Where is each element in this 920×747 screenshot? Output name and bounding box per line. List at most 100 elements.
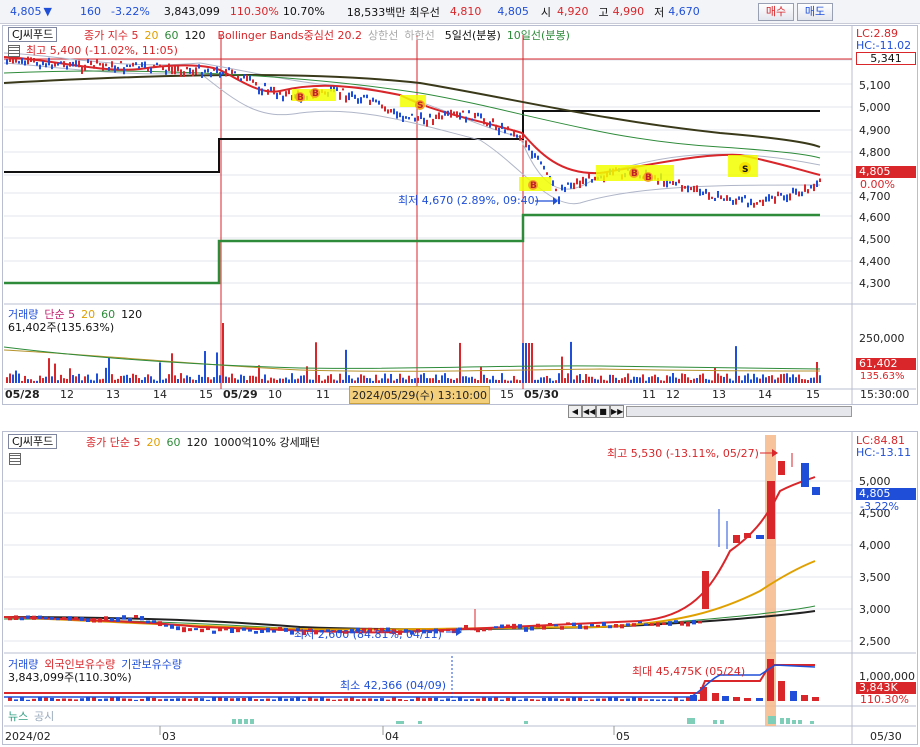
daily-volume-bar [146,697,150,701]
intraday-candle [162,65,164,71]
intraday-candle [192,69,194,77]
intraday-candle [594,176,596,181]
intraday-volume-bar [9,373,11,383]
daily-volume-bar [170,698,174,701]
intraday-candle [420,112,422,120]
intraday-volume-bar [150,376,152,383]
intraday-volume-bar [126,374,128,383]
intraday-candle [390,109,392,113]
intraday-volume-bar [144,377,146,383]
intraday-candle [582,176,584,185]
legend-ma20: 20 [144,28,159,42]
intraday-candle [231,69,233,74]
intraday-candle [546,172,548,175]
intraday-volume-bar [384,373,386,383]
intraday-volume-bar [114,379,116,383]
intraday-volume-bar [357,377,359,383]
intraday-volume-bar [225,376,227,383]
buy-button[interactable]: 매수 [758,3,794,21]
intraday-candle [804,184,806,192]
intraday-volume-bar [132,373,134,383]
intraday-candle [711,196,713,199]
intraday-candle [810,185,812,189]
intraday-low-note: 최저 4,670 (2.89%, 09:40) [398,194,539,207]
intraday-volume-bar [288,379,290,383]
intraday-volume-bar [723,376,725,383]
daily-ticker-tag[interactable]: CJ씨푸드 [8,434,58,449]
intraday-ticker-tag[interactable]: CJ씨푸드 [8,27,58,42]
intraday-volume-bar [90,379,92,383]
daily-candle [74,616,78,621]
intraday-volume-bar [612,374,614,383]
daily-volume-bar [638,697,642,701]
intraday-candle [204,69,206,73]
date-end-label: 05/30 [870,730,902,743]
scroll-fast-left-button[interactable]: ◀◀ [582,405,596,418]
intraday-volume-bar [654,374,656,383]
intraday-candle [780,192,782,196]
chart-settings-icon[interactable] [8,45,20,57]
intraday-volume-bar [264,374,266,383]
svg-text:S: S [742,165,748,175]
intraday-candle [747,202,749,208]
news-bar [691,718,695,724]
daily-volume-bar [152,697,156,701]
intraday-volume-bar [306,366,308,383]
intraday-volume-bar [585,374,587,383]
daily-settings-icon[interactable] [9,453,21,465]
time-label: 11 [642,388,656,401]
disclosure-label[interactable]: 공시 [34,708,54,724]
news-label[interactable]: 뉴스 [8,708,28,724]
scroll-left-button[interactable]: ◀ [568,405,582,418]
intraday-candle [135,62,137,66]
intraday-volume-bar [426,378,428,383]
intraday-volume-bar [633,376,635,383]
intraday-candle [261,88,263,96]
scroll-right-button[interactable]: ▶▶ [610,405,624,418]
daily-candle [284,627,288,632]
intraday-volume-bar [153,379,155,383]
intraday-volume-bar [102,378,104,383]
intraday-volume-bar [504,379,506,383]
intraday-volume-bar [651,376,653,383]
ma5-line [3,56,821,176]
intraday-candle [114,65,116,73]
intraday-candle [690,187,692,191]
legend-strong-pattern: 1000억10% 강세패턴 [213,436,321,449]
intraday-candle [129,64,131,68]
intraday-candle [282,95,284,102]
intraday-volume-bar [645,380,647,383]
intraday-candle [78,60,80,68]
intraday-tick-4800: 4,800 [859,146,891,159]
sell-button[interactable]: 매도 [797,3,833,21]
stop-button[interactable]: ■ [596,405,610,418]
intraday-candle [507,126,509,131]
intraday-volume-bar [660,380,662,383]
intraday-chart-svg[interactable]: B B S B B B S [0,25,920,405]
intraday-candle [189,67,191,74]
daily-candle [674,620,678,624]
intraday-candle [429,113,431,118]
intraday-volume-bar [354,380,356,383]
daily-candle [134,615,138,618]
intraday-volume-bar [693,378,695,383]
intraday-volume-bar [48,358,50,383]
daily-volume-bar [626,698,630,701]
intraday-volume-bar [192,379,194,383]
intraday-volume-bar [681,373,683,383]
intraday-volume-bar [549,378,551,383]
daily-volume-bar [182,698,186,701]
daily-min-volume-note: 최소 42,366 (04/09) [340,679,447,692]
intraday-candle [534,153,536,158]
daily-low-note: 최저 2,600 (84.81%, 04/11) [294,628,442,641]
intraday-candle [360,97,362,104]
intraday-volume-bar [183,378,185,383]
daily-chart-svg[interactable] [0,431,920,745]
intraday-volume-bars [6,323,821,383]
intraday-candle [216,66,218,74]
intraday-volume-bar [276,379,278,383]
intraday-volume-bar [732,380,734,383]
intraday-candle [213,67,215,71]
chart-scrollbar[interactable] [626,406,852,417]
intraday-volume-bar [141,379,143,383]
